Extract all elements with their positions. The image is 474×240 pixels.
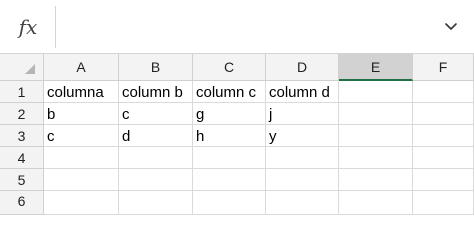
column-header-e[interactable]: E	[339, 54, 413, 81]
row-header-1[interactable]: 1	[0, 81, 44, 103]
cell-f4[interactable]	[413, 147, 474, 169]
cell-e2[interactable]	[339, 103, 413, 125]
cell-b3[interactable]: d	[119, 125, 193, 147]
cell-a2[interactable]: b	[44, 103, 119, 125]
cell-a4[interactable]	[44, 147, 119, 169]
row-header-5[interactable]: 5	[0, 169, 44, 191]
cell-a6[interactable]	[44, 191, 119, 215]
cell-c6[interactable]	[193, 191, 266, 215]
cell-c2[interactable]: g	[193, 103, 266, 125]
row-header-6[interactable]: 6	[0, 191, 44, 215]
row-header-2[interactable]: 2	[0, 103, 44, 125]
cell-d6[interactable]	[266, 191, 339, 215]
formula-bar: fx	[0, 0, 474, 54]
cell-b5[interactable]	[119, 169, 193, 191]
cell-b4[interactable]	[119, 147, 193, 169]
select-all-triangle-icon	[25, 64, 35, 74]
chevron-down-icon[interactable]	[440, 18, 462, 36]
fx-icon[interactable]: fx	[0, 0, 56, 54]
cell-d2[interactable]: j	[266, 103, 339, 125]
cell-d4[interactable]	[266, 147, 339, 169]
cell-d1[interactable]: column d	[266, 81, 339, 103]
cell-d5[interactable]	[266, 169, 339, 191]
column-header-d[interactable]: D	[266, 54, 339, 81]
cell-f3[interactable]	[413, 125, 474, 147]
row-header-3[interactable]: 3	[0, 125, 44, 147]
cell-c4[interactable]	[193, 147, 266, 169]
column-header-a[interactable]: A	[44, 54, 119, 81]
cell-a1[interactable]: columna	[44, 81, 119, 103]
row-header-4[interactable]: 4	[0, 147, 44, 169]
cell-a3[interactable]: c	[44, 125, 119, 147]
cell-d3[interactable]: y	[266, 125, 339, 147]
cell-e6[interactable]	[339, 191, 413, 215]
cell-a5[interactable]	[44, 169, 119, 191]
cell-f1[interactable]	[413, 81, 474, 103]
column-header-f[interactable]: F	[413, 54, 474, 81]
cell-b6[interactable]	[119, 191, 193, 215]
select-all-button[interactable]	[0, 54, 44, 81]
column-header-c[interactable]: C	[193, 54, 266, 81]
cell-e5[interactable]	[339, 169, 413, 191]
cell-c5[interactable]	[193, 169, 266, 191]
cell-e4[interactable]	[339, 147, 413, 169]
cell-c1[interactable]: column c	[193, 81, 266, 103]
formula-input[interactable]	[56, 0, 434, 54]
column-header-b[interactable]: B	[119, 54, 193, 81]
spreadsheet-grid: A B C D E F 1 columna column b column c …	[0, 54, 474, 215]
cell-f5[interactable]	[413, 169, 474, 191]
cell-c3[interactable]: h	[193, 125, 266, 147]
cell-e3[interactable]	[339, 125, 413, 147]
cell-e1[interactable]	[339, 81, 413, 103]
cell-f6[interactable]	[413, 191, 474, 215]
cell-b1[interactable]: column b	[119, 81, 193, 103]
cell-f2[interactable]	[413, 103, 474, 125]
cell-b2[interactable]: c	[119, 103, 193, 125]
